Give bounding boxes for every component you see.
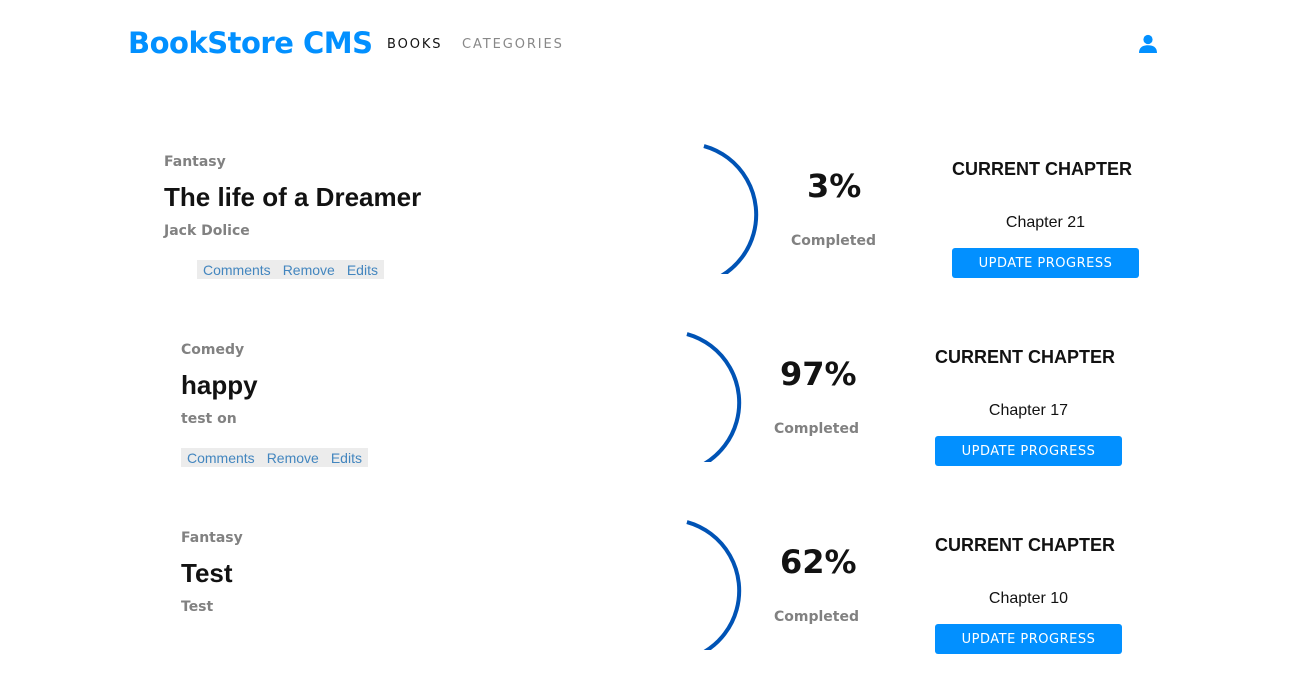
book-genre: Fantasy bbox=[181, 530, 243, 546]
progress-ring bbox=[686, 332, 742, 462]
current-chapter-label: CURRENT CHAPTER bbox=[952, 159, 1132, 179]
book-title: The life of a Dreamer bbox=[164, 182, 422, 212]
remove-button[interactable]: Remove bbox=[267, 450, 319, 466]
progress-ring bbox=[686, 520, 742, 650]
completed-label: Completed bbox=[791, 233, 877, 249]
update-progress-button[interactable]: UPDATE PROGRESS bbox=[952, 248, 1139, 278]
book-author: test on bbox=[181, 411, 237, 427]
current-chapter: Chapter 10 bbox=[988, 590, 1069, 607]
book-actions: Comments Remove Edits bbox=[197, 260, 384, 279]
completed-label: Completed bbox=[774, 609, 860, 625]
book-actions: Comments Remove Edits bbox=[181, 448, 368, 467]
completed-label: Completed bbox=[774, 421, 860, 437]
current-chapter: Chapter 17 bbox=[988, 402, 1069, 419]
book-genre: Comedy bbox=[181, 342, 245, 358]
edit-button[interactable]: Edits bbox=[331, 450, 362, 466]
book-title: happy bbox=[181, 370, 258, 400]
book-author: Jack Dolice bbox=[164, 223, 250, 239]
current-chapter: Chapter 21 bbox=[1005, 214, 1086, 231]
progress-percent: 62% bbox=[780, 543, 857, 581]
book-info: Fantasy The life of a Dreamer Jack Dolic… bbox=[164, 154, 421, 239]
nav-books[interactable]: BOOKS bbox=[387, 37, 442, 52]
book-card: Fantasy Test Test 62% Completed CURRENT … bbox=[0, 496, 1304, 684]
book-title: Test bbox=[181, 558, 233, 588]
book-author: Test bbox=[181, 599, 214, 615]
book-card: Comedy happy test on Comments Remove Edi… bbox=[0, 308, 1304, 496]
user-icon[interactable] bbox=[1138, 34, 1158, 54]
progress-ring bbox=[703, 144, 759, 274]
comments-button[interactable]: Comments bbox=[203, 262, 271, 278]
logo[interactable]: BookStore CMS bbox=[128, 26, 373, 60]
edit-button[interactable]: Edits bbox=[347, 262, 378, 278]
book-card: Fantasy The life of a Dreamer Jack Dolic… bbox=[0, 120, 1304, 308]
progress-percent: 3% bbox=[807, 167, 862, 205]
book-info: Comedy happy test on bbox=[181, 342, 258, 427]
current-chapter-label: CURRENT CHAPTER bbox=[935, 347, 1115, 367]
remove-button[interactable]: Remove bbox=[283, 262, 335, 278]
comments-button[interactable]: Comments bbox=[187, 450, 255, 466]
nav-categories[interactable]: CATEGORIES bbox=[462, 37, 564, 52]
current-chapter-label: CURRENT CHAPTER bbox=[935, 535, 1115, 555]
book-info: Fantasy Test Test bbox=[181, 530, 243, 615]
book-genre: Fantasy bbox=[164, 154, 226, 170]
progress-percent: 97% bbox=[780, 355, 857, 393]
update-progress-button[interactable]: UPDATE PROGRESS bbox=[935, 436, 1122, 466]
header: BookStore CMS BOOKS CATEGORIES bbox=[0, 0, 1304, 90]
update-progress-button[interactable]: UPDATE PROGRESS bbox=[935, 624, 1122, 654]
